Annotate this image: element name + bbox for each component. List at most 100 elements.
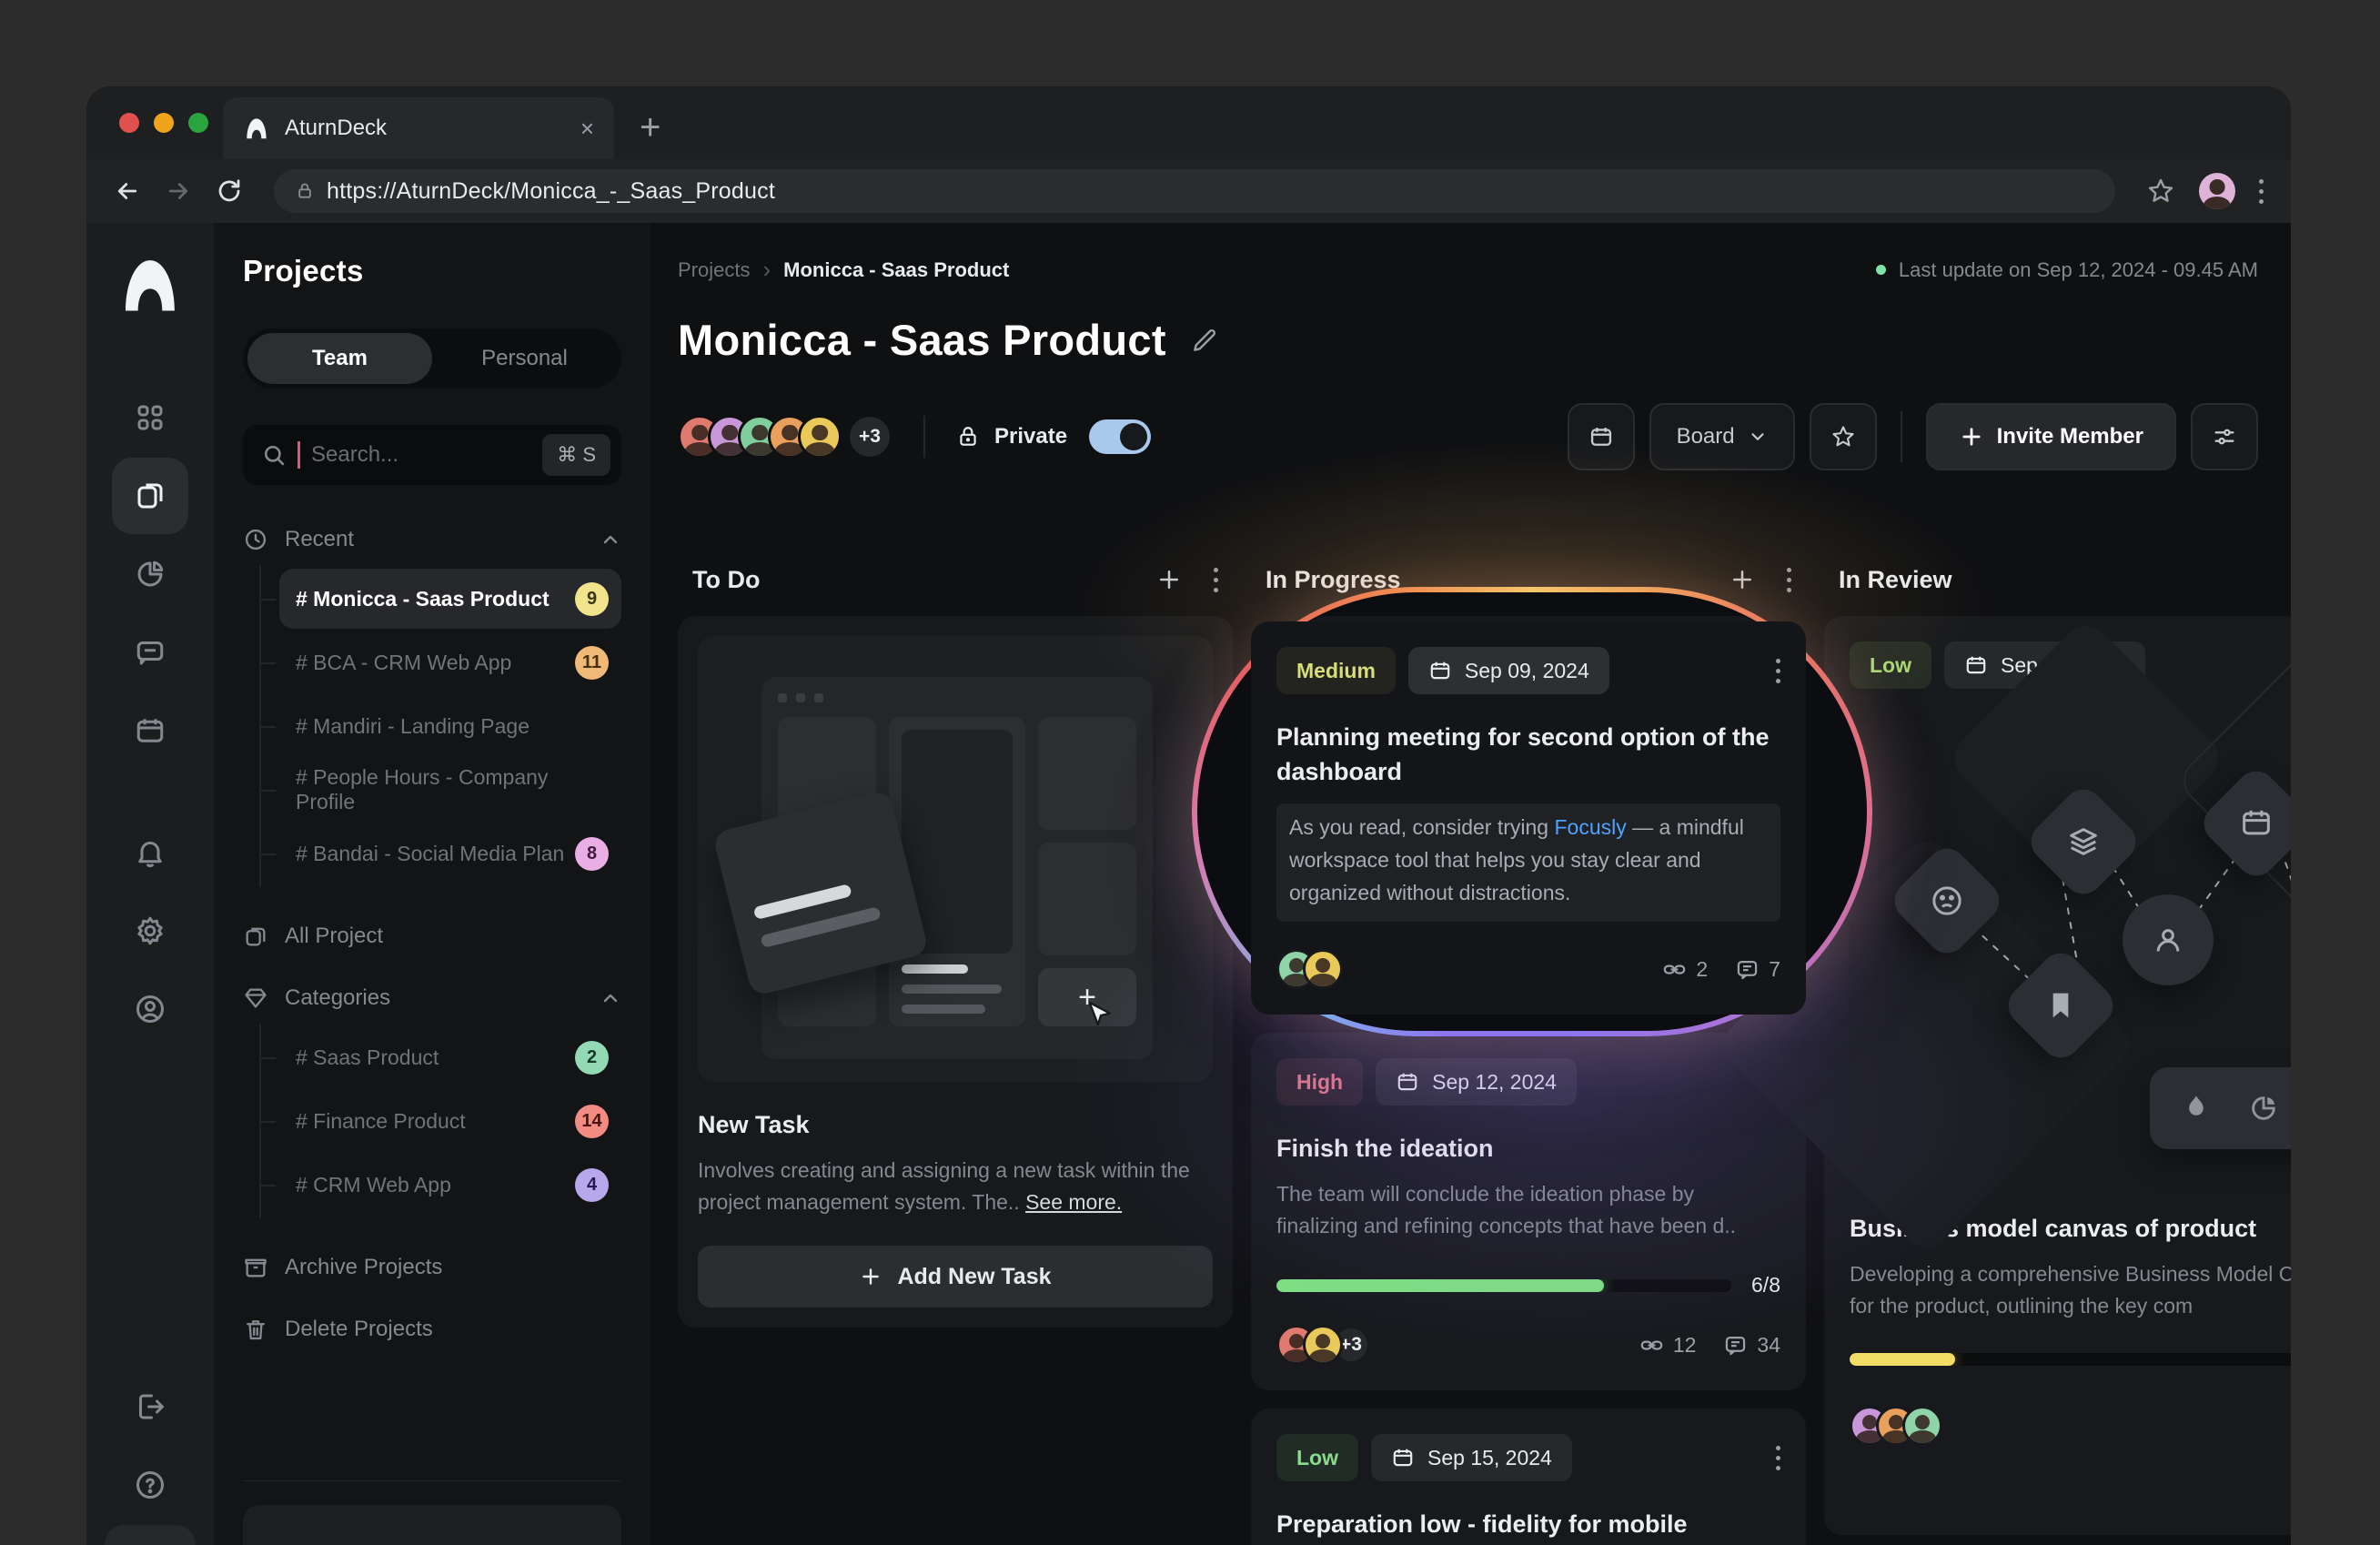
add-new-task-button[interactable]: Add New Task [698,1246,1213,1308]
count-badge: 2 [575,1041,609,1075]
new-task-card[interactable]: + New Task [678,616,1233,1328]
window-controls[interactable] [119,113,208,133]
app-shell: Projects Team Personal Search... ⌘ S Rec… [86,223,2291,1545]
archive-projects-item[interactable]: Archive Projects [243,1255,621,1280]
projects-pages-icon[interactable] [112,458,188,534]
tab-close-icon[interactable]: × [580,115,594,143]
tab-team[interactable]: Team [247,333,432,384]
forward-icon[interactable] [165,177,192,205]
messages-icon[interactable] [112,614,188,691]
browser-tabbar: AturnDeck × + [86,86,2291,159]
category-item-finance-product[interactable]: # Finance Product 14 [279,1091,621,1151]
panel-bottom-cut-card[interactable] [243,1505,621,1545]
settings-gear-icon[interactable] [112,893,188,969]
view-select-dropdown[interactable]: Board [1649,403,1795,470]
calendar-rail-icon[interactable] [112,692,188,769]
task-card-business-model-canvas[interactable]: Low Sep 01, 2024 [1824,616,2291,1535]
back-icon[interactable] [114,177,141,205]
see-more-link[interactable]: See more. [1025,1190,1122,1214]
sidebar-item-monicca-saas-product[interactable]: # Monicca - Saas Product 9 [279,569,621,629]
profile-user-icon[interactable] [112,971,188,1047]
task-card-finish-ideation[interactable]: High Sep 12, 2024 Finish the ideation Th… [1251,1033,1806,1390]
panel-divider [243,1480,621,1481]
add-card-icon[interactable] [1729,566,1756,593]
focusly-link[interactable]: Focusly [1554,815,1626,839]
comments-stat[interactable]: 7 [1735,957,1780,982]
zoom-window-button[interactable] [188,113,208,133]
column-menu-icon[interactable] [1214,568,1218,592]
due-date: Sep 09, 2024 [1465,659,1589,683]
sidebar-item-people-hours-company-profile[interactable]: # People Hours - Company Profile [279,760,621,820]
archive-icon [243,1255,268,1280]
edit-pencil-icon[interactable] [1190,326,1219,355]
tab-personal[interactable]: Personal [432,333,617,384]
sidebar-item-bca-crm-web-app[interactable]: # BCA - CRM Web App 11 [279,632,621,692]
delete-projects-item[interactable]: Delete Projects [243,1317,621,1342]
minimize-window-button[interactable] [154,113,174,133]
notifications-bell-icon[interactable] [112,814,188,891]
dashboard-grid-icon[interactable] [112,379,188,456]
member-avatars[interactable] [678,415,842,459]
analytics-pie-icon[interactable] [112,536,188,612]
rail-bottom-cut-button[interactable] [105,1525,196,1545]
task-card-preparation-low-fidelity[interactable]: Low Sep 15, 2024 Preparation low - fidel… [1251,1409,1806,1545]
private-toggle[interactable] [1089,419,1151,454]
recent-section-header[interactable]: Recent [243,527,621,552]
chevron-up-icon[interactable] [600,529,621,550]
links-count: 2 [1696,957,1708,982]
item-label: # Bandai - Social Media Plan [296,842,575,866]
item-label: # Finance Product [296,1109,575,1134]
browser-tab[interactable]: AturnDeck × [223,97,614,159]
more-members-badge[interactable]: +3 [847,414,892,459]
task-progress [1850,1353,2291,1366]
address-bar[interactable]: https://AturnDeck/Monicca_-_Saas_Product [274,169,2115,213]
calendar-icon [1391,1446,1415,1469]
progress-label: 6/8 [1751,1273,1780,1298]
invite-member-label: Invite Member [1997,424,2143,449]
due-date: Sep 15, 2024 [1427,1446,1552,1470]
close-window-button[interactable] [119,113,139,133]
browser-menu-icon[interactable] [2259,179,2264,204]
all-project-item[interactable]: All Project [243,924,621,949]
attachments-stat[interactable]: 12 [1639,1333,1697,1358]
reload-icon[interactable] [216,177,243,205]
add-card-icon[interactable] [1155,566,1183,593]
avatar [1303,949,1343,989]
item-label: # CRM Web App [296,1173,575,1197]
aturndeck-favicon-icon [243,115,270,142]
breadcrumb-root[interactable]: Projects [678,258,750,282]
browser-profile-avatar[interactable] [2199,173,2235,209]
desc-text: As you read, consider trying [1289,815,1554,839]
invite-member-button[interactable]: Invite Member [1926,403,2176,470]
filter-settings-button[interactable] [2191,403,2258,470]
help-icon[interactable] [112,1447,188,1523]
comments-stat[interactable]: 34 [1723,1333,1780,1358]
chevron-up-icon[interactable] [600,987,621,1009]
assignee-avatars [1850,1406,1942,1446]
column-menu-icon[interactable] [1787,568,1791,592]
favorite-star-button[interactable] [1810,403,1877,470]
calendar-view-button[interactable] [1568,403,1635,470]
sidebar-item-mandiri-landing-page[interactable]: # Mandiri - Landing Page [279,696,621,756]
card-menu-icon[interactable] [1776,1446,1780,1470]
category-item-crm-web-app[interactable]: # CRM Web App 4 [279,1155,621,1215]
search-input[interactable]: Search... ⌘ S [243,425,621,485]
logout-icon[interactable] [112,1368,188,1445]
category-item-saas-product[interactable]: # Saas Product 2 [279,1027,621,1087]
task-description: As you read, consider trying Focusly — a… [1276,803,1780,922]
task-title: Finish the ideation [1276,1131,1780,1166]
browser-urlbar: https://AturnDeck/Monicca_-_Saas_Product [86,159,2291,223]
categories-list: # Saas Product 2 # Finance Product 14 # … [259,1024,621,1218]
search-icon [261,442,287,468]
task-card-planning-meeting[interactable]: Medium Sep 09, 2024 Planning meeting for… [1251,621,1806,1015]
column-in-progress: In Progress Medium Sep 09, 2024 [1251,550,1806,1545]
new-tab-button[interactable]: + [640,107,661,148]
card-menu-icon[interactable] [1776,659,1780,683]
categories-section-header[interactable]: Categories [243,985,621,1011]
recent-list: # Monicca - Saas Product 9 # BCA - CRM W… [259,565,621,887]
comment-icon [1735,957,1760,982]
copy-icon [243,924,268,949]
sidebar-item-bandai-social-media-plan[interactable]: # Bandai - Social Media Plan 8 [279,823,621,884]
attachments-stat[interactable]: 2 [1662,957,1708,982]
bookmark-star-icon[interactable] [2146,177,2175,206]
